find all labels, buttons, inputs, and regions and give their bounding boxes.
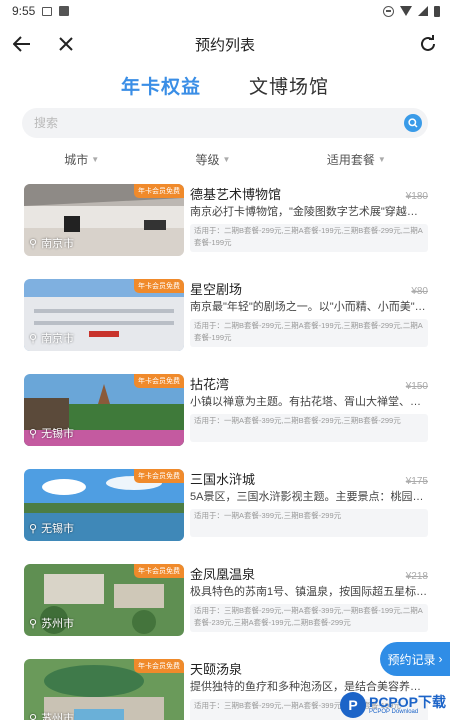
venue-list: 年卡会员免费 ⚲ 南京市 德基艺术博物馆 ¥180 南京必打卡博物馆，"金陵图数字… (0, 184, 450, 720)
location-pin-icon: ⚲ (29, 712, 38, 720)
location-pin-icon: ⚲ (29, 427, 38, 440)
member-free-badge: 年卡会员免费 (134, 374, 184, 388)
venue-thumbnail: 年卡会员免费 ⚲ 无锡市 (24, 469, 184, 541)
applicable-packages: 适用于：二期B套餐-299元,三期A套餐-199元,三期B套餐-299元,二期A… (190, 319, 428, 347)
list-item[interactable]: 年卡会员免费 ⚲ 苏州市 金凤凰温泉 ¥218 极具特色的苏南1号、镇温泉，按国际… (0, 564, 450, 636)
location-pin-icon: ⚲ (29, 617, 38, 630)
applicable-packages: 适用于：三期B套餐-299元,一期A套餐-399元,一期B套餐-199元,二期A… (190, 604, 428, 632)
venue-name: 金凤凰温泉 (190, 567, 256, 582)
watermark-logo: P (339, 692, 366, 718)
location-pin-icon: ⚲ (29, 332, 38, 345)
location-label: ⚲ 无锡市 (29, 520, 74, 536)
title-bar: 预约列表 (0, 22, 450, 66)
venue-thumbnail: 年卡会员免费 ⚲ 南京市 (24, 279, 184, 351)
filter-bar: 城市 ▼ 等级 ▼ 适用套餐 ▼ (0, 150, 450, 168)
original-price: ¥218 (405, 571, 428, 582)
city-name: 苏州市 (41, 618, 75, 630)
original-price: ¥180 (405, 191, 428, 202)
applicable-packages: 适用于：二期B套餐-299元,三期A套餐-199元,三期B套餐-299元,二期A… (190, 224, 428, 252)
venue-name: 星空剧场 (190, 282, 243, 297)
member-free-badge: 年卡会员免费 (134, 469, 184, 483)
venue-description: 小镇以禅意为主题。有拈花塔、胥山大禅堂、鹿鸣谷等 (190, 396, 428, 408)
original-price: ¥80 (411, 286, 428, 297)
refresh-icon[interactable] (416, 32, 440, 56)
member-free-badge: 年卡会员免费 (134, 184, 184, 198)
image-notification-icon (42, 6, 53, 16)
venue-name: 天颐汤泉 (190, 662, 243, 677)
booking-records-button[interactable]: 预约记录 › (380, 642, 450, 676)
member-free-badge: 年卡会员免费 (134, 279, 184, 293)
applicable-packages: 适用于：一期A套餐-399元,三期B套餐-299元 (190, 509, 428, 537)
app-notification-icon (59, 6, 70, 16)
location-label: ⚲ 南京市 (29, 235, 74, 251)
venue-name: 德基艺术博物馆 (190, 187, 282, 202)
venue-thumbnail: 年卡会员免费 ⚲ 南京市 (24, 184, 184, 256)
venue-description: 5A景区，三国水浒影视主题。主要景点：桃园、曹营等 (190, 491, 428, 503)
venue-name: 三国水浒城 (190, 472, 256, 487)
member-free-badge: 年卡会员免费 (134, 564, 184, 578)
list-item[interactable]: 年卡会员免费 ⚲ 无锡市 拈花湾 ¥150 小镇以禅意为主题。有拈花塔、胥山大禅堂… (0, 374, 450, 446)
chevron-down-icon: ▼ (377, 154, 386, 164)
chevron-down-icon: ▼ (91, 154, 100, 164)
filter-package-label: 适用套餐 (326, 152, 375, 167)
original-price: ¥150 (405, 381, 428, 392)
battery-icon (434, 5, 440, 17)
list-item[interactable]: 年卡会员免费 ⚲ 南京市 德基艺术博物馆 ¥180 南京必打卡博物馆，"金陵图数字… (0, 184, 450, 256)
watermark-brand: PCPOP下载 (368, 694, 446, 710)
do-not-disturb-icon (383, 5, 394, 17)
city-name: 南京市 (41, 238, 75, 250)
list-item[interactable]: 年卡会员免费 ⚲ 无锡市 三国水浒城 ¥175 5A景区，三国水浒影视主题。主要景… (0, 469, 450, 541)
search-icon[interactable] (404, 114, 422, 132)
venue-description: 南京必打卡博物馆，"金陵图数字艺术展"穿越回宋代南京 (190, 206, 428, 218)
venue-description: 极具特色的苏南1号、镇温泉，按国际超五星标准设计 (190, 586, 428, 598)
booking-records-label: 预约记录 (387, 652, 436, 667)
venue-description: 南京最"年轻"的剧场之一。以"小而精、小而美"为特色 (190, 301, 428, 313)
member-free-badge: 年卡会员免费 (134, 659, 184, 673)
filter-city[interactable]: 城市 ▼ (64, 150, 99, 168)
location-label: ⚲ 苏州市 (29, 710, 74, 720)
tab-annual-card[interactable]: 年卡权益 (121, 72, 201, 99)
search-input[interactable] (34, 116, 334, 130)
filter-package[interactable]: 适用套餐 ▼ (327, 150, 386, 168)
location-pin-icon: ⚲ (29, 237, 38, 250)
filter-level-label: 等级 (195, 152, 220, 167)
search-bar (22, 108, 428, 138)
watermark: P PCPOP下载 PCPOP Download (339, 692, 446, 718)
filter-level[interactable]: 等级 ▼ (196, 150, 231, 168)
original-price: ¥175 (405, 476, 428, 487)
signal-icon (418, 6, 428, 16)
close-icon[interactable] (54, 32, 78, 56)
tab-bar: 年卡权益 文博场馆 (0, 70, 450, 100)
wifi-icon (400, 6, 412, 16)
filter-city-label: 城市 (64, 152, 89, 167)
status-time: 9:55 (12, 4, 36, 18)
chevron-down-icon: ▼ (222, 154, 231, 164)
applicable-packages: 适用于：一期A套餐-399元,二期B套餐-299元,三期B套餐-299元 (190, 414, 428, 442)
back-arrow-icon[interactable] (10, 32, 34, 56)
city-name: 无锡市 (41, 428, 75, 440)
location-pin-icon: ⚲ (29, 522, 38, 535)
venue-thumbnail: 年卡会员免费 ⚲ 无锡市 (24, 374, 184, 446)
city-name: 无锡市 (41, 523, 75, 535)
city-name: 南京市 (41, 333, 75, 345)
location-label: ⚲ 苏州市 (29, 615, 74, 631)
location-label: ⚲ 无锡市 (29, 425, 74, 441)
city-name: 苏州市 (41, 713, 75, 720)
venue-thumbnail: 年卡会员免费 ⚲ 苏州市 (24, 564, 184, 636)
venue-name: 拈花湾 (190, 377, 230, 392)
venue-thumbnail: 年卡会员免费 ⚲ 苏州市 (24, 659, 184, 720)
tab-museums[interactable]: 文博场馆 (249, 72, 329, 99)
chevron-right-icon: › (438, 652, 443, 666)
status-bar: 9:55 (0, 0, 450, 22)
location-label: ⚲ 南京市 (29, 330, 74, 346)
list-item[interactable]: 年卡会员免费 ⚲ 南京市 星空剧场 ¥80 南京最"年轻"的剧场之一。以"小而精、… (0, 279, 450, 351)
